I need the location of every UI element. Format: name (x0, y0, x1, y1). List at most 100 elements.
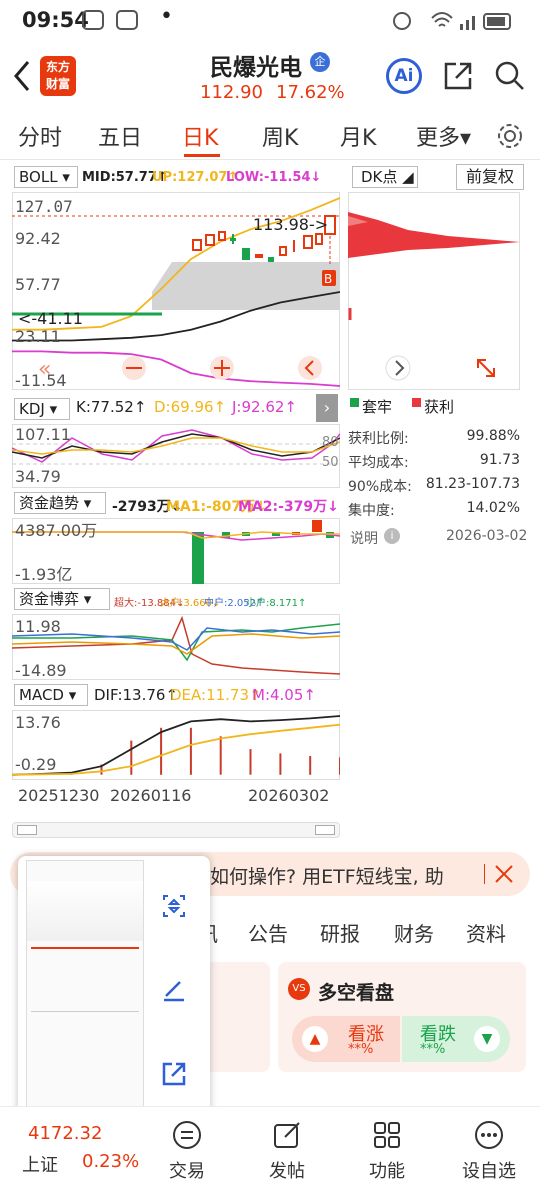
tab-indicator (184, 154, 220, 157)
nav-functions[interactable]: 功能 (352, 1119, 422, 1183)
legend-trapped: 套牢 (362, 398, 393, 416)
trade-icon (173, 1121, 201, 1149)
stat-label-2: 平均成本: (348, 455, 409, 471)
tab-five-day[interactable]: 五日 (98, 120, 142, 152)
post-icon (274, 1122, 300, 1148)
tab-daily-k[interactable]: 日K (182, 120, 218, 152)
more-icon (475, 1121, 503, 1149)
seg-profile[interactable]: 资料 (466, 918, 506, 947)
legend-profit: 获利 (424, 398, 455, 416)
index-name[interactable]: 上证 (22, 1151, 58, 1177)
rewind-icon[interactable]: « (38, 357, 51, 382)
scroll-handle-right[interactable] (315, 825, 335, 835)
nav-add-watchlist[interactable]: 设自选 (454, 1119, 524, 1183)
stock-change: 17.62% (276, 82, 345, 103)
info-icon[interactable]: i (384, 528, 400, 544)
stock-price: 112.90 (200, 82, 263, 103)
bottom-nav: 4172.32 上证 0.23% 交易 发帖 功能 设自选 (0, 1106, 540, 1200)
tab-monthly-k[interactable]: 月K (340, 120, 376, 152)
profit-swatch (412, 398, 421, 407)
share-icon[interactable] (442, 60, 474, 92)
macd-chart[interactable]: 13.76 -0.29 (12, 710, 340, 780)
macd-dif: DIF:13.76↑ (94, 686, 179, 704)
stat-label-4: 集中度: (348, 503, 395, 519)
fund-ma2: MA2:-379万↓ (238, 499, 339, 515)
kdj-right-top: 80 (322, 435, 339, 450)
fund-trend-selector[interactable]: 资金趋势 ▾ (14, 492, 106, 514)
fund-game-selector[interactable]: 资金博弈 ▾ (14, 588, 110, 610)
status-bar: 09:54 • (0, 0, 540, 40)
tab-weekly-k[interactable]: 周K (262, 120, 298, 152)
kdj-selector[interactable]: KDJ ▾ (14, 398, 70, 420)
macd-bar (160, 727, 163, 775)
nav-trade[interactable]: 交易 (152, 1119, 222, 1183)
notification-icon (82, 10, 104, 30)
nav-post[interactable]: 发帖 (252, 1119, 322, 1183)
vote-card[interactable]: VS 多空看盘 ▲ 看涨 **% 看跌 **% ▼ (278, 962, 526, 1072)
buy-marker: B (324, 272, 332, 286)
vote-up-button[interactable]: ▲ 看涨 **% (292, 1016, 400, 1062)
stat-label-3: 90%成本: (348, 479, 412, 495)
stock-header: 东方 财富 民爆光电 企 112.90 17.62% Ai (0, 40, 540, 112)
vote-down-button[interactable]: 看跌 **% ▼ (402, 1016, 510, 1062)
date-start: 20251230 (18, 786, 100, 805)
ai-button[interactable]: Ai (386, 58, 422, 94)
macd-selector[interactable]: MACD ▾ (14, 684, 88, 706)
macd-bar (130, 740, 133, 775)
fund-game-chart[interactable]: 11.98 -14.89 (12, 614, 340, 680)
tab-intraday[interactable]: 分时 (18, 120, 62, 152)
vote-title: 多空看盘 (318, 982, 395, 1004)
scroll-capture-icon[interactable] (160, 892, 188, 920)
index-change[interactable]: 0.23% (82, 1151, 139, 1172)
low-mark: <-41.11 (18, 309, 83, 328)
kdj-chart[interactable]: 107.11 34.79 80 50 (12, 424, 340, 488)
close-icon[interactable] (492, 862, 516, 886)
seg-research[interactable]: 研报 (320, 918, 360, 947)
dk-selector[interactable]: DK点 ◢ (352, 166, 418, 188)
timeline-scrollbar[interactable] (12, 822, 340, 838)
fuquan-selector[interactable]: 前复权 (456, 164, 524, 190)
macd-bar (339, 757, 340, 775)
macd-axis-bottom: -0.29 (15, 755, 56, 774)
nav-trade-label: 交易 (169, 1161, 205, 1182)
banner-divider (484, 864, 485, 884)
stat-value-3: 81.23-107.73 (425, 476, 520, 492)
stat-value-4: 14.02% (466, 500, 520, 516)
screenshot-thumbnail[interactable] (26, 860, 144, 1118)
boll-name: BOLL (19, 168, 58, 186)
explain-link[interactable]: 说明 (350, 528, 378, 548)
vs-icon: VS (288, 978, 310, 1000)
screenshot-panel (18, 856, 210, 1120)
nav-post-label: 发帖 (269, 1161, 305, 1182)
macd-bar (189, 727, 192, 775)
banner-text: 如何操作? 用ETF短线宝, 助 (210, 866, 444, 888)
fund-trend-chart[interactable]: 4387.00万 -1.93亿 (12, 518, 340, 584)
date-end: 20260302 (248, 786, 330, 805)
system-icons (393, 12, 511, 30)
stock-name: 民爆光电 (210, 55, 302, 81)
expand-arrow-icon[interactable]: › (316, 394, 338, 422)
seg-announcements[interactable]: 公告 (248, 918, 288, 947)
boll-axis-top: 127.07 (15, 197, 73, 216)
edit-icon[interactable] (160, 976, 188, 1004)
back-icon[interactable] (10, 58, 34, 94)
settings-icon[interactable] (496, 122, 524, 150)
seg-finance[interactable]: 财务 (394, 918, 434, 947)
logo-text-2: 财富 (45, 77, 70, 91)
game-axis-bottom: -14.89 (15, 661, 67, 680)
date-mid: 20260116 (110, 786, 192, 805)
chip-distribution-chart[interactable] (348, 192, 520, 390)
stat-label-1: 获利比例: (348, 431, 409, 447)
index-value[interactable]: 4172.32 (28, 1123, 102, 1144)
vote-down-pct: **% (420, 1042, 446, 1057)
macd-m: M:4.05↑ (252, 686, 316, 704)
scroll-handle-left[interactable] (17, 825, 37, 835)
app-logo[interactable]: 东方 财富 (40, 56, 76, 96)
boll-selector[interactable]: BOLL ▾ (14, 166, 78, 188)
kdj-j: J:92.62↑ (232, 398, 297, 416)
tab-more[interactable]: 更多▾ (416, 120, 471, 152)
nav-add-watchlist-label: 设自选 (462, 1161, 516, 1182)
share-capture-icon[interactable] (160, 1060, 188, 1088)
search-icon[interactable] (494, 60, 526, 92)
boll-chart[interactable]: B 127.07 92.42 57.77 23.11 -11.54 113.98… (12, 192, 340, 390)
